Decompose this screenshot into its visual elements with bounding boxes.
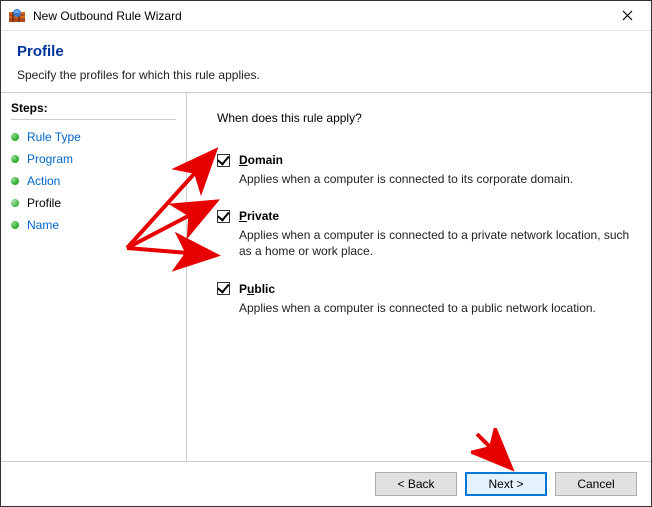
bullet-icon (11, 199, 19, 207)
content-question: When does this rule apply? (217, 111, 633, 125)
wizard-footer: < Back Next > Cancel (1, 461, 651, 506)
bullet-icon (11, 155, 19, 163)
wizard-header: Profile Specify the profiles for which t… (1, 31, 651, 93)
option-desc-private: Applies when a computer is connected to … (239, 227, 633, 259)
option-label-private: Private (239, 209, 279, 223)
option-domain: Domain Applies when a computer is connec… (217, 153, 633, 187)
steps-divider (11, 119, 176, 120)
option-public: Public Applies when a computer is connec… (217, 282, 633, 316)
step-name[interactable]: Name (11, 214, 176, 236)
window-title: New Outbound Rule Wizard (33, 9, 607, 23)
step-label: Rule Type (27, 130, 81, 144)
titlebar: New Outbound Rule Wizard (1, 1, 651, 31)
page-subtitle: Specify the profiles for which this rule… (17, 68, 635, 82)
bullet-icon (11, 133, 19, 141)
step-rule-type[interactable]: Rule Type (11, 126, 176, 148)
step-label: Profile (27, 196, 61, 210)
wizard-window: New Outbound Rule Wizard Profile Specify… (0, 0, 652, 507)
option-label-public: Public (239, 282, 275, 296)
step-label: Action (27, 174, 60, 188)
checkbox-private[interactable] (217, 210, 230, 223)
option-desc-public: Applies when a computer is connected to … (239, 300, 633, 316)
option-private: Private Applies when a computer is conne… (217, 209, 633, 259)
bullet-icon (11, 177, 19, 185)
step-program[interactable]: Program (11, 148, 176, 170)
wizard-body: Steps: Rule Type Program Action Profile … (1, 93, 651, 461)
option-desc-domain: Applies when a computer is connected to … (239, 171, 633, 187)
steps-sidebar: Steps: Rule Type Program Action Profile … (1, 93, 187, 461)
bullet-icon (11, 221, 19, 229)
next-button[interactable]: Next > (465, 472, 547, 496)
checkbox-public[interactable] (217, 282, 230, 295)
firewall-icon (9, 8, 25, 24)
step-profile[interactable]: Profile (11, 192, 176, 214)
steps-heading: Steps: (11, 101, 176, 115)
step-label: Name (27, 218, 59, 232)
page-title: Profile (17, 43, 635, 60)
step-action[interactable]: Action (11, 170, 176, 192)
option-label-domain: Domain (239, 153, 283, 167)
back-button[interactable]: < Back (375, 472, 457, 496)
wizard-content: When does this rule apply? Domain Applie… (187, 93, 651, 461)
checkbox-domain[interactable] (217, 154, 230, 167)
close-button[interactable] (607, 2, 647, 30)
step-label: Program (27, 152, 73, 166)
cancel-button[interactable]: Cancel (555, 472, 637, 496)
